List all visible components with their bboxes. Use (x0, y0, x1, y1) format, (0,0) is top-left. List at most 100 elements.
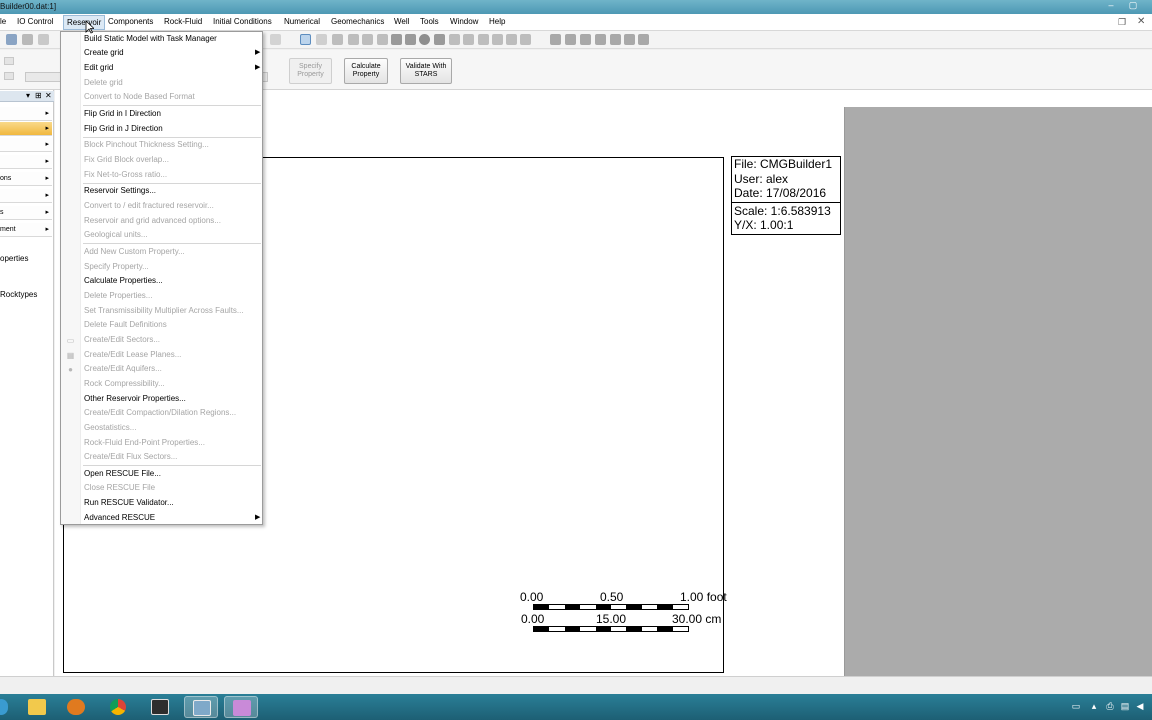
tray-expand-icon[interactable]: ▴ (1088, 701, 1100, 713)
tool-icon-b[interactable] (492, 34, 503, 45)
media-player-icon[interactable] (59, 696, 93, 718)
tree-text[interactable]: Rocktypes (0, 290, 37, 299)
tree-row[interactable]: ▸ (0, 189, 52, 203)
menu-item-open-rescue[interactable]: Open RESCUE File... (84, 469, 161, 478)
layer-icon[interactable] (565, 34, 576, 45)
menu-help[interactable]: Help (489, 17, 505, 26)
menu-item-create-grid[interactable]: Create grid (84, 48, 124, 57)
network-icon[interactable]: ▤ (1119, 701, 1131, 713)
menu-rock-fluid[interactable]: Rock-Fluid (164, 17, 202, 26)
menu-separator (83, 465, 261, 466)
move-icon[interactable] (405, 34, 416, 45)
maximize-icon[interactable]: ▢ (1122, 0, 1144, 11)
tool-icon-d[interactable] (520, 34, 531, 45)
pan-icon[interactable] (391, 34, 402, 45)
paint-icon[interactable] (224, 696, 258, 718)
calculate-property-button[interactable]: Calculate Property (344, 58, 388, 84)
submenu-arrow-icon: ▶ (255, 49, 261, 56)
menu-icon-gutter (61, 32, 81, 524)
well-icon[interactable] (624, 34, 635, 45)
menu-well[interactable]: Well (394, 17, 409, 26)
cmg-builder-icon[interactable] (184, 696, 218, 718)
menu-components[interactable]: Components (108, 17, 153, 26)
dock-icon[interactable]: ⊞ (35, 91, 42, 100)
menu-item-advanced-rescue[interactable]: Advanced RESCUE (84, 513, 155, 522)
specify-property-button[interactable]: Specify Property (289, 58, 332, 84)
grid-icon[interactable] (550, 34, 561, 45)
combo-box-2[interactable] (4, 72, 14, 80)
menu-item-flux-sectors: Create/Edit Flux Sectors... (84, 452, 178, 461)
cube-icon[interactable] (610, 34, 621, 45)
minimize-icon[interactable]: – (1100, 0, 1122, 11)
aquifer-drop-icon: ● (68, 365, 73, 374)
pin-icon[interactable]: ▾ (26, 91, 30, 100)
menu-item-build-static-model[interactable]: Build Static Model with Task Manager (84, 34, 217, 43)
menu-initial-conditions[interactable]: Initial Conditions (213, 17, 272, 26)
tree-row[interactable]: ▸ (0, 107, 52, 121)
chevron-right-icon: ▸ (45, 226, 49, 233)
tree-row[interactable]: ment ▸ (0, 223, 52, 237)
cmg-launcher-icon[interactable] (143, 696, 177, 718)
info-scale: Scale: 1:6.583913 (734, 203, 831, 218)
tree-row[interactable]: ▸ (0, 155, 52, 169)
menu-window[interactable]: Window (450, 17, 478, 26)
fit-icon[interactable] (362, 34, 373, 45)
menu-item-geostatistics: Geostatistics... (84, 423, 137, 432)
menu-item-flip-j[interactable]: Flip Grid in J Direction (84, 124, 163, 133)
menu-numerical[interactable]: Numerical (284, 17, 320, 26)
settings-icon[interactable] (638, 34, 649, 45)
chrome-icon[interactable] (102, 696, 136, 718)
tree-row[interactable]: ▸ (0, 138, 52, 152)
menu-io-control[interactable]: IO Control (17, 17, 53, 26)
file-explorer-icon[interactable] (20, 696, 54, 718)
menu-geomechanics[interactable]: Geomechanics (331, 17, 384, 26)
status-bar (0, 676, 1152, 694)
menu-item-endpoint-properties: Rock-Fluid End-Point Properties... (84, 438, 205, 447)
menu-item-edit-grid[interactable]: Edit grid (84, 63, 113, 72)
resize-icon[interactable] (348, 34, 359, 45)
chevron-right-icon: ▸ (45, 192, 49, 199)
open-icon[interactable] (6, 34, 17, 45)
keyboard-icon[interactable]: ▭ (1070, 701, 1082, 713)
chevron-right-icon: ▸ (45, 209, 49, 216)
submenu-arrow-icon: ▶ (255, 514, 261, 521)
menu-file[interactable]: le (0, 17, 6, 26)
menu-item-specify-property: Specify Property... (84, 262, 149, 271)
panel-close-icon[interactable]: ✕ (45, 91, 52, 100)
menu-item-other-reservoir-properties[interactable]: Other Reservoir Properties... (84, 394, 186, 403)
refresh-icon[interactable] (463, 34, 474, 45)
menu-item-reservoir-settings[interactable]: Reservoir Settings... (84, 186, 156, 195)
tree-text[interactable]: operties (0, 254, 28, 263)
printer-icon[interactable]: ⎙ (1104, 701, 1116, 713)
pointer-icon[interactable] (316, 34, 327, 45)
volume-icon[interactable]: ◀ (1134, 701, 1146, 713)
combo-box[interactable] (4, 57, 14, 65)
select-icon[interactable] (300, 34, 311, 45)
tree-row[interactable]: s ▸ (0, 206, 52, 220)
undo-icon[interactable] (38, 34, 49, 45)
close-icon[interactable]: ✕ (1137, 16, 1145, 27)
tool-icon-a[interactable] (478, 34, 489, 45)
menu-item-flip-i[interactable]: Flip Grid in I Direction (84, 109, 161, 118)
start-orb-icon[interactable] (0, 696, 10, 718)
scale-cm-2: 30.00 cm (672, 612, 722, 626)
menu-item-calculate-properties[interactable]: Calculate Properties... (84, 276, 163, 285)
tree-row[interactable]: ons ▸ (0, 172, 52, 186)
node-icon[interactable] (377, 34, 388, 45)
restore-icon[interactable]: ❐ (1118, 17, 1126, 28)
tree-row-selected[interactable]: ▸ (0, 122, 52, 136)
map-icon[interactable] (580, 34, 591, 45)
zoom-box-icon[interactable] (434, 34, 445, 45)
window-controls: – ▢ (1100, 0, 1144, 14)
menu-item-run-rescue-validator[interactable]: Run RESCUE Validator... (84, 498, 174, 507)
tool-icon-c[interactable] (506, 34, 517, 45)
zoom-icon[interactable] (419, 34, 430, 45)
chevron-right-icon: ▸ (45, 110, 49, 117)
menu-tools[interactable]: Tools (420, 17, 439, 26)
rotate-icon[interactable] (449, 34, 460, 45)
chart-icon[interactable] (595, 34, 606, 45)
view-icon[interactable] (270, 34, 281, 45)
save-icon[interactable] (22, 34, 33, 45)
edit-icon[interactable] (332, 34, 343, 45)
validate-stars-button[interactable]: Validate With STARS (400, 58, 452, 84)
